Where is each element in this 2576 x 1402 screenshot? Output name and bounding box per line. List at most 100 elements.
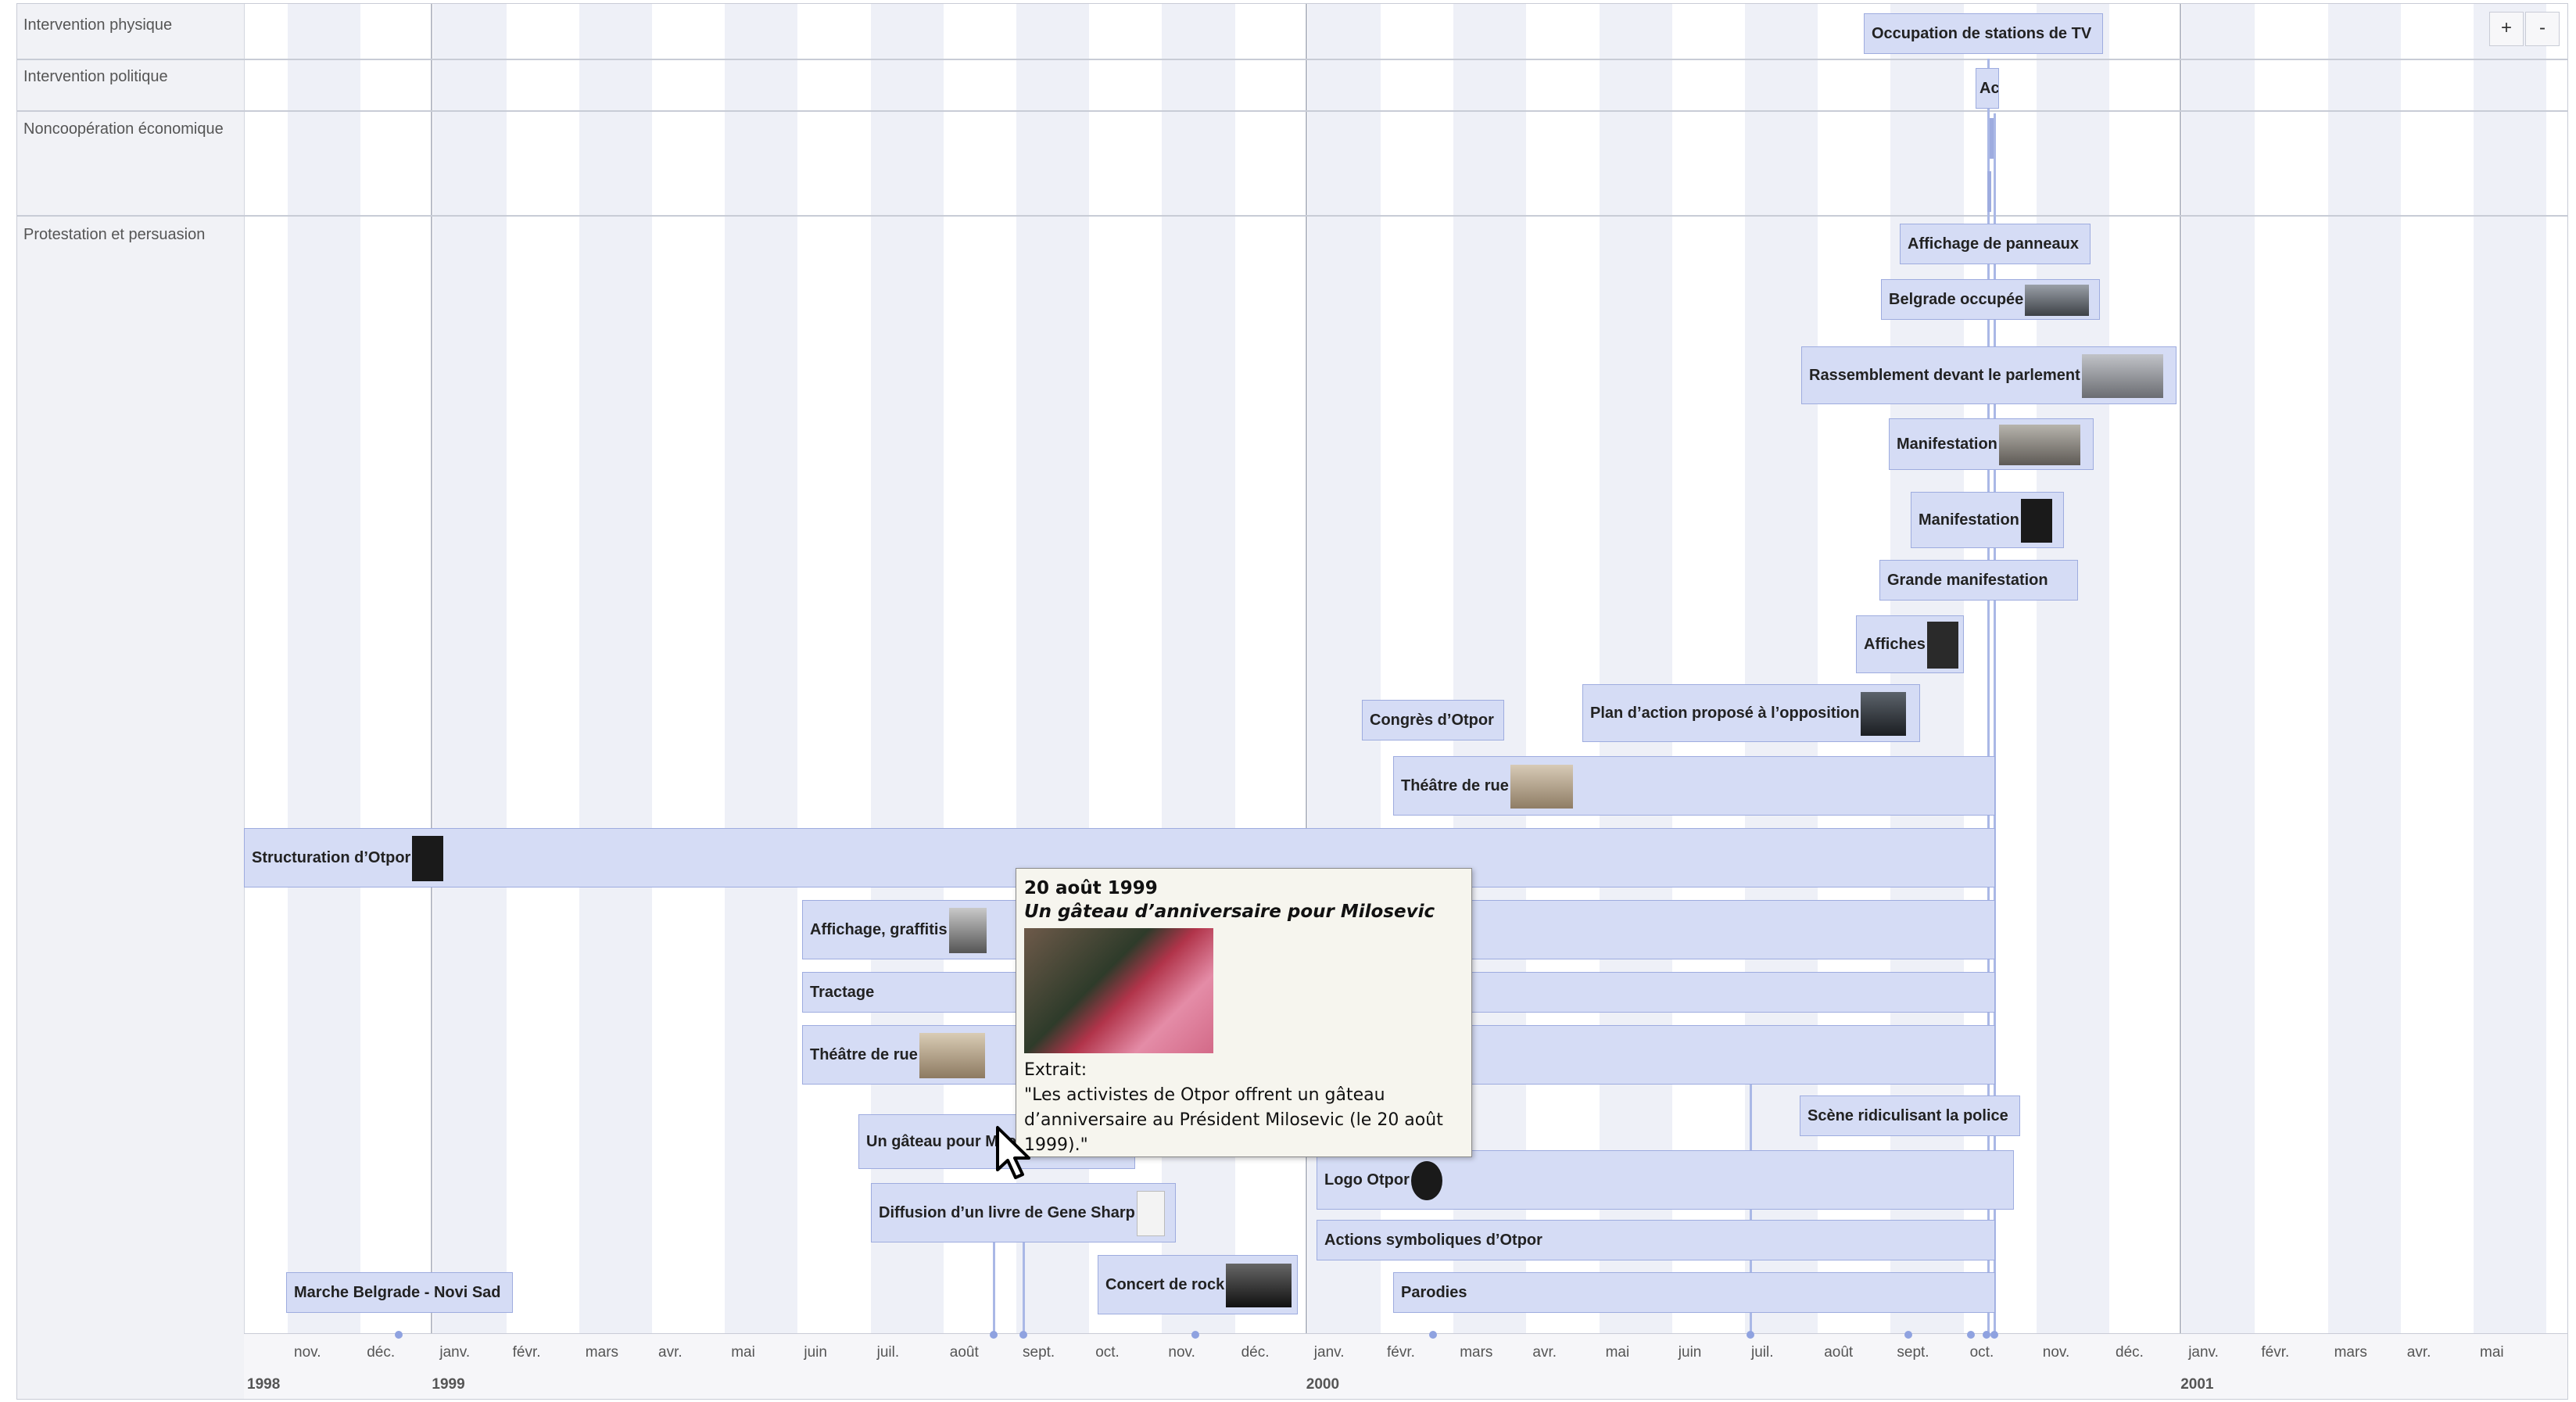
axis-event-tick	[990, 1331, 998, 1339]
month-label: sept.	[1023, 1344, 1055, 1361]
axis-event-tick	[1429, 1331, 1437, 1339]
month-label: juin	[1678, 1344, 1702, 1361]
month-label: janv.	[1313, 1344, 1345, 1361]
month-label: avr.	[658, 1344, 683, 1361]
photo-thumbnail-icon	[1998, 424, 2080, 465]
zoom-in-button[interactable]: +	[2489, 12, 2524, 46]
month-label: sept.	[1897, 1344, 1929, 1361]
month-column	[1599, 4, 1672, 1333]
event-ac[interactable]: Ac	[1976, 68, 1999, 109]
event-grande-manifestation[interactable]: Grande manifestation	[1879, 560, 2078, 601]
month-column	[2182, 4, 2255, 1333]
month-column	[1672, 4, 1745, 1333]
month-column	[433, 4, 507, 1333]
band-labels-column: Intervention physique Intervention polit…	[17, 4, 245, 1399]
month-label: mars	[1460, 1344, 1493, 1361]
photo-thumbnail-icon	[1510, 764, 1573, 809]
event-occupation-tv[interactable]: Occupation de stations de TV	[1864, 13, 2103, 54]
axis-event-tick	[1019, 1331, 1027, 1339]
event-marche-belgrade[interactable]: Marche Belgrade - Novi Sad	[286, 1272, 513, 1313]
event-label: Congrès d’Otpor	[1370, 712, 1494, 729]
month-column	[2401, 4, 2474, 1333]
event-marker-economique[interactable]	[1987, 171, 1991, 212]
band-separator	[17, 59, 2567, 60]
month-label: déc.	[2116, 1344, 2144, 1361]
month-label: janv.	[439, 1344, 471, 1361]
month-label: oct.	[1095, 1344, 1120, 1361]
event-label: Manifestation	[1919, 511, 2019, 529]
event-plan-action[interactable]: Plan d’action proposé à l’opposition	[1582, 684, 1920, 742]
event-label: Diffusion d’un livre de Gene Sharp	[879, 1204, 1135, 1221]
year-divider	[2180, 4, 2182, 1357]
event-popup: 20 août 1999 Un gâteau d’anniversaire po…	[1016, 868, 1472, 1157]
month-label: févr.	[2261, 1344, 2290, 1361]
otpor-fist-icon	[2020, 498, 2052, 543]
popup-extract-label: Extrait:	[1024, 1060, 1087, 1080]
event-label: Affichage, graffitis	[810, 921, 948, 938]
axis-event-tick	[1967, 1331, 1975, 1339]
month-label: mai	[731, 1344, 755, 1361]
event-marker-economique[interactable]	[1990, 118, 1994, 159]
band-label-physique: Intervention physique	[23, 16, 173, 34]
year-label: 1999	[432, 1376, 465, 1393]
event-connector-line	[993, 1238, 995, 1333]
popup-title: Un gâteau d’anniversaire pour Milosevic	[1024, 902, 1435, 922]
time-axis[interactable]	[244, 1333, 2567, 1399]
month-label: oct.	[1969, 1344, 1994, 1361]
event-theatre-rue-2000[interactable]: Théâtre de rue	[1393, 756, 1995, 816]
event-label: Belgrade occupée	[1889, 291, 2024, 308]
event-concert-rock[interactable]: Concert de rock	[1098, 1255, 1298, 1314]
month-column	[288, 4, 361, 1333]
event-rassemblement-parlement[interactable]: Rassemblement devant le parlement	[1801, 346, 2177, 404]
month-label: juil.	[1751, 1344, 1774, 1361]
event-label: Grande manifestation	[1887, 572, 2048, 589]
band-separator	[17, 215, 2567, 217]
event-affiches[interactable]: Affiches	[1856, 615, 1964, 673]
photo-thumbnail-icon	[948, 907, 987, 953]
event-logo-otpor[interactable]: Logo Otpor	[1317, 1150, 2014, 1210]
month-column	[2255, 4, 2327, 1333]
timeline-widget[interactable]: Intervention physique Intervention polit…	[16, 3, 2568, 1400]
event-label: Tractage	[810, 984, 875, 1001]
month-label: mars	[585, 1344, 619, 1361]
event-parodies[interactable]: Parodies	[1393, 1272, 1995, 1313]
month-column	[2327, 4, 2401, 1333]
otpor-fist-icon	[412, 835, 444, 881]
year-label: 2001	[2180, 1376, 2214, 1393]
month-column	[1526, 4, 1599, 1333]
popup-date: 20 août 1999	[1024, 878, 1158, 898]
photo-thumbnail-icon	[1861, 691, 1907, 736]
event-affichage-panneaux[interactable]: Affichage de panneaux	[1900, 224, 2091, 264]
event-belgrade-occupee[interactable]: Belgrade occupée	[1881, 279, 2100, 320]
photo-thumbnail-icon	[2025, 284, 2090, 316]
month-label: mars	[2334, 1344, 2367, 1361]
event-label: Affiches	[1864, 636, 1926, 653]
popup-extract-text: "Les activistes de Otpor offrent un gâte…	[1024, 1085, 1443, 1155]
event-label: Marche Belgrade - Novi Sad	[294, 1284, 501, 1301]
event-label: Théâtre de rue	[1401, 777, 1509, 794]
event-label: Concert de rock	[1105, 1276, 1225, 1293]
year-divider	[431, 4, 433, 1357]
event-actions-symboliques[interactable]: Actions symboliques d’Otpor	[1317, 1220, 1995, 1260]
axis-event-tick	[395, 1331, 403, 1339]
month-column	[725, 4, 798, 1333]
month-label: août	[1824, 1344, 1854, 1361]
zoom-out-button[interactable]: -	[2525, 12, 2560, 46]
event-diffusion-livre[interactable]: Diffusion d’un livre de Gene Sharp	[871, 1183, 1176, 1242]
event-label: Scène ridiculisant la police	[1807, 1107, 2008, 1124]
band-label-economique: Noncoopération économique	[23, 120, 224, 138]
photo-thumbnail-icon	[919, 1032, 985, 1078]
month-column	[244, 4, 288, 1333]
month-column	[2109, 4, 2182, 1333]
event-manifestation-2[interactable]: Manifestation	[1911, 492, 2064, 548]
event-scene-police[interactable]: Scène ridiculisant la police	[1800, 1095, 2020, 1136]
month-label: janv.	[2188, 1344, 2219, 1361]
event-congres-otpor[interactable]: Congrès d’Otpor	[1362, 700, 1504, 740]
event-manifestation-1[interactable]: Manifestation	[1889, 418, 2094, 470]
month-label: nov.	[1168, 1344, 1195, 1361]
band-label-protestation: Protestation et persuasion	[23, 226, 206, 243]
event-label: Théâtre de rue	[810, 1046, 918, 1063]
month-label: mai	[2480, 1344, 2504, 1361]
popup-photo	[1024, 928, 1213, 1053]
event-label: Occupation de stations de TV	[1872, 25, 2092, 42]
